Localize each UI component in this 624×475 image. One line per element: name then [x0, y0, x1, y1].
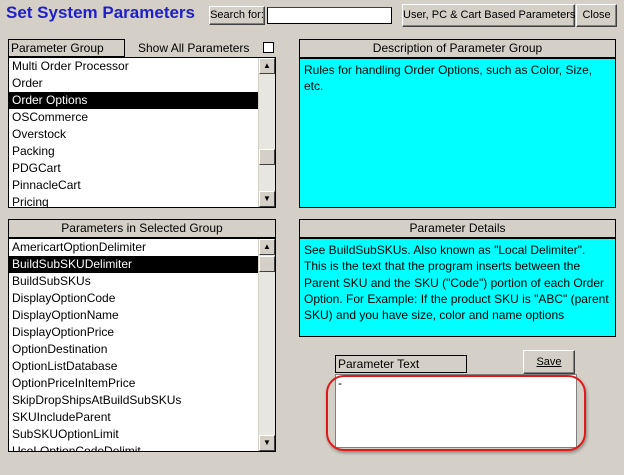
parameter-item[interactable]: BuildSubSKUs [9, 273, 258, 290]
parameter-item[interactable]: BuildSubSKUDelimiter [9, 256, 258, 273]
parameters-list[interactable]: AmericartOptionDelimiter BuildSubSKUDelim… [8, 238, 276, 452]
group-description-text: Rules for handling Order Options, such a… [299, 58, 616, 208]
group-description-header: Description of Parameter Group [299, 39, 616, 58]
parameter-item[interactable]: DisplayOptionCode [9, 290, 258, 307]
parameter-item[interactable]: OptionDestination [9, 341, 258, 358]
user-pc-cart-parameters-button[interactable]: User, PC & Cart Based Parameters [402, 4, 575, 27]
search-label: Search for: [209, 6, 265, 25]
parameter-item[interactable]: OptionPriceInItemPrice [9, 375, 258, 392]
parameters-items: AmericartOptionDelimiter BuildSubSKUDelim… [9, 239, 258, 451]
parameter-item[interactable]: DisplayOptionPrice [9, 324, 258, 341]
window-title: Set System Parameters [6, 3, 196, 22]
parameter-group-item[interactable]: Overstock [9, 126, 258, 143]
parameter-group-header: Parameter Group [8, 39, 125, 57]
parameter-group-item[interactable]: PDGCart [9, 160, 258, 177]
scroll-down-arrow-icon[interactable]: ▼ [259, 435, 275, 451]
parameter-group-item[interactable]: Order [9, 75, 258, 92]
parameter-details-header: Parameter Details [299, 219, 616, 238]
highlight-ring [326, 375, 586, 451]
parameter-details-text: See BuildSubSKUs. Also known as "Local D… [299, 238, 616, 337]
parameter-group-item[interactable]: OSCommerce [9, 109, 258, 126]
parameter-group-item[interactable]: PinnacleCart [9, 177, 258, 194]
scroll-up-arrow-icon[interactable]: ▲ [259, 239, 275, 255]
parameter-item[interactable]: SubSKUOptionLimit [9, 426, 258, 443]
parameter-item[interactable]: OptionListDatabase [9, 358, 258, 375]
search-input[interactable] [267, 7, 392, 24]
scroll-thumb[interactable] [259, 149, 275, 165]
scroll-thumb[interactable] [259, 256, 275, 272]
parameter-group-item[interactable]: Multi Order Processor [9, 58, 258, 75]
parameter-group-items: Multi Order Processor Order Order Options O… [9, 58, 258, 207]
show-all-parameters-label: Show All Parameters [138, 41, 250, 55]
parameter-group-scrollbar[interactable]: ▲ ▼ [258, 58, 275, 207]
scroll-down-arrow-icon[interactable]: ▼ [259, 191, 275, 207]
scroll-up-arrow-icon[interactable]: ▲ [259, 58, 275, 74]
parameter-item[interactable]: AmericartOptionDelimiter [9, 239, 258, 256]
parameter-group-item[interactable]: Packing [9, 143, 258, 160]
parameter-item[interactable]: SKUIncludeParent [9, 409, 258, 426]
parameter-item[interactable]: UseLOptionCodeDelimit [9, 443, 258, 451]
parameter-item[interactable]: DisplayOptionName [9, 307, 258, 324]
close-button[interactable]: Close [576, 4, 617, 27]
parameters-scrollbar[interactable]: ▲ ▼ [258, 239, 275, 451]
parameter-group-item[interactable]: Pricing [9, 194, 258, 207]
parameter-item[interactable]: SkipDropShipsAtBuildSubSKUs [9, 392, 258, 409]
parameter-group-item[interactable]: Order Options [9, 92, 258, 109]
parameters-header: Parameters in Selected Group [8, 219, 276, 238]
save-button[interactable]: Save [523, 350, 575, 374]
show-all-parameters-checkbox[interactable] [263, 42, 274, 53]
parameter-text-label: Parameter Text [335, 355, 467, 373]
parameter-group-list[interactable]: Multi Order Processor Order Order Options O… [8, 57, 276, 208]
